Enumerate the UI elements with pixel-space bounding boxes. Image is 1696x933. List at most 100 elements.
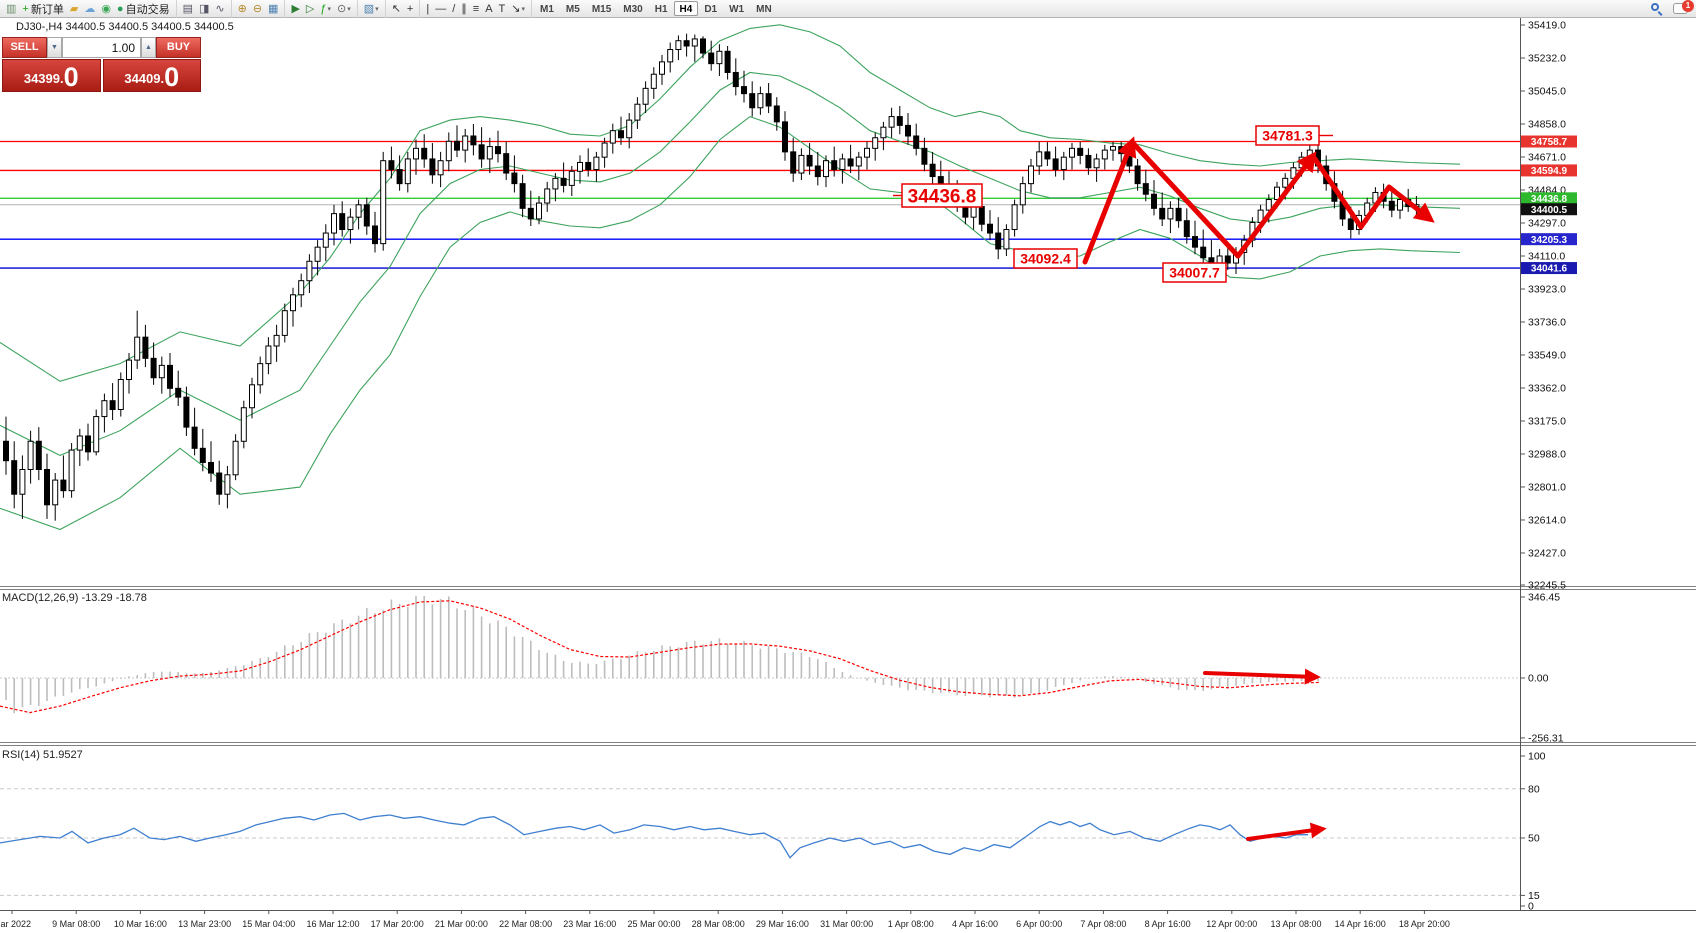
svg-text:34041.6: 34041.6 — [1531, 264, 1568, 275]
new-indicator-icon[interactable]: ƒ▾ — [317, 1, 334, 17]
toolbar-group: |—/∥ ≡AT↘▾ — [420, 0, 532, 18]
chevron-down-icon[interactable]: ▾ — [521, 5, 525, 13]
sell-price-box[interactable]: 34399.0 — [2, 59, 101, 92]
svg-text:34400.5: 34400.5 — [1531, 205, 1568, 216]
channel-icon: ∥ — [461, 1, 467, 17]
timeframe-button-m30[interactable]: M30 — [617, 1, 648, 16]
template-icon[interactable]: ▧▾ — [361, 1, 382, 17]
new-order-button-label: 新订单 — [31, 1, 64, 17]
channel-icon[interactable]: ∥ — [458, 1, 470, 17]
shapes-icon[interactable]: ↘▾ — [508, 1, 528, 17]
horizontal-line-icon: — — [435, 1, 446, 17]
svg-text:32614.0: 32614.0 — [1528, 514, 1566, 526]
fibonacci-icon[interactable]: ≡ — [470, 1, 482, 17]
chevron-down-icon[interactable]: ▾ — [347, 5, 351, 13]
svg-text:33736.0: 33736.0 — [1528, 316, 1566, 328]
volume-decrease-button[interactable]: ▼ — [47, 37, 62, 58]
community-cloud-icon: ☁ — [84, 1, 95, 17]
vertical-line-icon[interactable]: | — [423, 1, 432, 17]
horizontal-line-icon[interactable]: — — [432, 1, 449, 17]
line-chart-icon: ∿ — [215, 1, 224, 17]
timeframe-button-m5[interactable]: M5 — [560, 1, 586, 16]
open-chart-icon[interactable]: ▥ — [3, 1, 19, 17]
search-lens — [1651, 3, 1659, 11]
timeframe-button-d1[interactable]: D1 — [698, 1, 723, 16]
chevron-down-icon[interactable]: ▾ — [375, 5, 379, 13]
toolbar-group: ▧▾ — [358, 0, 386, 18]
trend-arrow[interactable] — [1313, 156, 1430, 227]
date-axis-label: 13 Apr 08:00 — [1270, 919, 1321, 929]
trend-arrow[interactable] — [1085, 142, 1132, 262]
toolbar-group: ▤◨∿ — [177, 0, 232, 18]
date-axis-label: 13 Mar 23:00 — [178, 919, 231, 929]
volume-input[interactable] — [62, 37, 141, 58]
step-forward-icon[interactable]: ▷ — [303, 1, 317, 17]
tile-windows-icon[interactable]: ▦ — [265, 1, 281, 17]
signal-icon[interactable]: ◉ — [98, 1, 114, 17]
bar-chart-icon[interactable]: ▤ — [180, 1, 196, 17]
price-annotation-label[interactable]: 34092.4 — [1014, 249, 1077, 268]
gold-icon: ▰ — [70, 1, 78, 17]
strategy-tester-icon: ▶ — [291, 1, 299, 17]
community-cloud-icon[interactable]: ☁ — [81, 1, 98, 17]
chart-canvas[interactable]: 34781.334436.834092.434007.735419.035232… — [0, 18, 1696, 933]
toolbar-group: ▶▷ƒ▾⊙▾ — [285, 0, 357, 18]
trade-panel-controls: SELL ▼ ▲ BUY — [2, 37, 201, 58]
timeframe-button-w1[interactable]: W1 — [723, 1, 750, 16]
zoom-out-icon[interactable]: ⊖ — [250, 1, 265, 17]
svg-text:34205.3: 34205.3 — [1531, 235, 1568, 246]
sell-price-pips: 0 — [64, 65, 79, 90]
autotrade-button[interactable]: ●自动交易 — [114, 1, 173, 17]
strategy-tester-icon[interactable]: ▶ — [288, 1, 302, 17]
timeframe-button-h4[interactable]: H4 — [674, 1, 699, 16]
label-icon[interactable]: T — [496, 1, 509, 17]
timeframe-button-h1[interactable]: H1 — [649, 1, 674, 16]
text-icon[interactable]: A — [482, 1, 495, 17]
label-icon: T — [499, 1, 506, 17]
volume-increase-button[interactable]: ▲ — [141, 37, 156, 58]
tile-windows-icon: ▦ — [268, 1, 278, 17]
new-indicator-icon: ƒ — [320, 1, 326, 17]
gold-icon[interactable]: ▰ — [67, 1, 81, 17]
chevron-down-icon[interactable]: ▾ — [328, 5, 332, 13]
trendline-icon[interactable]: / — [449, 1, 458, 17]
price-annotation-label[interactable]: 34436.8 — [893, 184, 982, 207]
svg-text:34007.7: 34007.7 — [1169, 265, 1220, 281]
date-axis-label: 9 Mar 08:00 — [52, 919, 100, 929]
crosshair-icon[interactable]: + — [404, 1, 416, 17]
date-axis-label: 1 Apr 08:00 — [888, 919, 934, 929]
sell-button[interactable]: SELL — [2, 37, 47, 58]
timeframe-button-mn[interactable]: MN — [750, 1, 778, 16]
trend-arrow[interactable] — [1205, 673, 1316, 677]
line-chart-icon[interactable]: ∿ — [212, 1, 227, 17]
price-annotation-label[interactable]: 34007.7 — [1163, 263, 1226, 282]
buy-price-box[interactable]: 34409.0 — [103, 59, 202, 92]
zoom-in-icon: ⊕ — [238, 1, 247, 17]
schedule-icon[interactable]: ⊙▾ — [334, 1, 354, 17]
autotrade-button-label: 自动交易 — [126, 1, 170, 17]
search-icon[interactable] — [1651, 3, 1663, 15]
toolbar-group: ↖+ — [386, 0, 421, 18]
chat-icon[interactable]: 1 — [1673, 3, 1688, 14]
svg-text:35419.0: 35419.0 — [1528, 20, 1566, 32]
date-axis-label: 31 Mar 00:00 — [820, 919, 873, 929]
new-order-button[interactable]: +新订单 — [19, 1, 66, 17]
fibonacci-icon: ≡ — [473, 1, 479, 17]
date-axis-label: 28 Mar 08:00 — [692, 919, 745, 929]
svg-text:34092.4: 34092.4 — [1020, 251, 1071, 267]
timeframe-button-m1[interactable]: M1 — [534, 1, 560, 16]
indicator-title: RSI(14) 51.9527 — [2, 749, 83, 761]
cursor-icon[interactable]: ↖ — [389, 1, 404, 17]
toolbar-group: ▥+新订单▰ ☁◉●自动交易 — [0, 0, 177, 18]
schedule-icon: ⊙ — [337, 1, 346, 17]
candle-chart-icon[interactable]: ◨ — [196, 1, 212, 17]
svg-text:33923.0: 33923.0 — [1528, 283, 1566, 295]
template-icon: ▧ — [364, 1, 374, 17]
buy-price-main: 34409 — [124, 68, 160, 90]
date-axis-label: 12 Apr 00:00 — [1206, 919, 1257, 929]
timeframe-button-m15[interactable]: M15 — [586, 1, 617, 16]
buy-button[interactable]: BUY — [156, 37, 201, 58]
zoom-in-icon[interactable]: ⊕ — [235, 1, 250, 17]
notification-badge: 1 — [1682, 0, 1694, 12]
svg-text:34671.0: 34671.0 — [1528, 151, 1566, 163]
